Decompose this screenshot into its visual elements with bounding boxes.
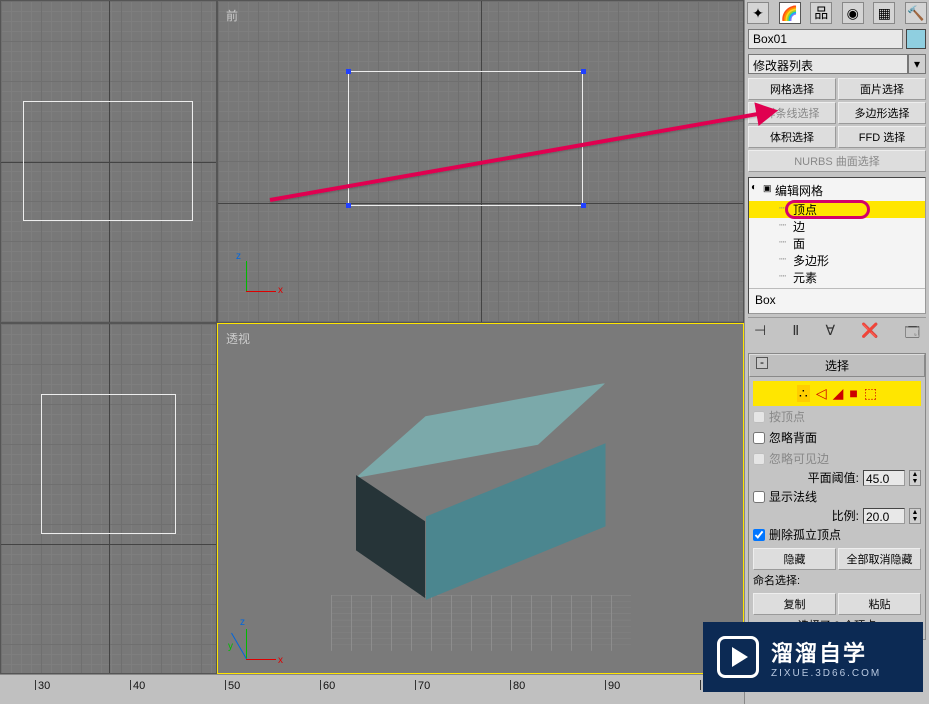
modifier-list-dropdown[interactable]: 修改器列表 ▾ [748, 54, 926, 74]
spinner-arrows[interactable]: ▲▼ [909, 508, 921, 524]
viewport-label-perspective: 透视 [226, 330, 250, 347]
by-vertex-checkbox[interactable]: 按顶点 [753, 406, 921, 427]
named-selection-label: 命名选择: [753, 570, 921, 590]
face-mode-icon[interactable]: ◢ [833, 385, 844, 402]
chevron-down-icon[interactable]: ▾ [908, 54, 926, 74]
vertex-mode-icon[interactable]: ∴ [797, 385, 810, 402]
planar-threshold-label: 平面阈值: [808, 469, 859, 486]
spinner-arrows[interactable]: ▲▼ [909, 470, 921, 486]
ignore-visible-checkbox[interactable]: 忽略可见边 [753, 448, 921, 469]
stack-item-edit-mesh[interactable]: 编辑网格 [749, 180, 925, 201]
subobject-element[interactable]: 元素 [749, 269, 925, 286]
modifier-stack[interactable]: 编辑网格 顶点 边 面 多边形 元素 Box [748, 177, 926, 314]
pin-stack-icon[interactable]: ⊣ [754, 322, 766, 346]
delete-isolated-checkbox[interactable]: 删除孤立顶点 [753, 524, 921, 545]
create-tab-icon[interactable]: ✦ [747, 2, 769, 24]
subobject-polygon[interactable]: 多边形 [749, 252, 925, 269]
modify-tab-icon[interactable]: 🌈 [779, 2, 801, 24]
paste-button[interactable]: 粘贴 [838, 593, 921, 615]
subobject-edge[interactable]: 边 [749, 218, 925, 235]
subobject-vertex[interactable]: 顶点 [749, 201, 925, 218]
ignore-backfacing-checkbox[interactable]: 忽略背面 [753, 427, 921, 448]
selection-rollout: 选择 ∴ ◁ ◢ ■ ⬚ 按顶点 忽略背面 忽略可见边 [748, 353, 926, 640]
configure-sets-icon[interactable]: 🗔 [905, 322, 920, 346]
nurbs-select-button[interactable]: NURBS 曲面选择 [748, 150, 926, 172]
remove-modifier-icon[interactable]: ❌ [861, 322, 878, 346]
mesh-select-button[interactable]: 网格选择 [748, 78, 836, 100]
patch-select-button[interactable]: 面片选择 [838, 78, 926, 100]
play-icon [717, 636, 759, 678]
ground-grid [331, 596, 631, 652]
make-unique-icon[interactable]: ∀ [825, 322, 835, 346]
poly-select-button[interactable]: 多边形选择 [838, 102, 926, 124]
front-shape [348, 71, 583, 206]
element-mode-icon[interactable]: ⬚ [864, 385, 877, 402]
viewport-left[interactable] [0, 323, 217, 674]
box-object[interactable] [356, 383, 606, 593]
subobject-face[interactable]: 面 [749, 235, 925, 252]
unhide-all-button[interactable]: 全部取消隐藏 [838, 548, 921, 570]
panel-tabs: ✦ 🌈 品 ◉ ▦ 🔨 [745, 0, 929, 26]
scale-label: 比例: [832, 507, 859, 524]
object-name-field[interactable]: Box01 [748, 29, 903, 49]
display-tab-icon[interactable]: ▦ [873, 2, 895, 24]
perspective-scene: 透视 z x y [218, 324, 743, 673]
planar-threshold-field[interactable]: 45.0 [863, 470, 905, 486]
rollout-header-selection[interactable]: 选择 [749, 354, 925, 377]
show-end-result-icon[interactable]: Ⅱ [792, 322, 799, 346]
utilities-tab-icon[interactable]: 🔨 [905, 2, 927, 24]
scale-field[interactable]: 20.0 [863, 508, 905, 524]
vol-select-button[interactable]: 体积选择 [748, 126, 836, 148]
watermark-badge: 溜溜自学 ZIXUE.3D66.COM [703, 622, 923, 692]
viewport-label-front: 前 [226, 7, 238, 24]
object-color-swatch[interactable] [906, 29, 926, 49]
viewport-top[interactable] [0, 0, 217, 323]
hierarchy-tab-icon[interactable]: 品 [810, 2, 832, 24]
edge-mode-icon[interactable]: ◁ [816, 385, 827, 402]
viewport-perspective[interactable]: 透视 z x y [217, 323, 744, 674]
subobject-icon-row: ∴ ◁ ◢ ■ ⬚ [753, 381, 921, 406]
time-ruler[interactable]: 30 40 50 60 70 80 90 100 [0, 674, 744, 704]
stack-item-box[interactable]: Box [749, 288, 925, 311]
top-shape [23, 101, 193, 221]
left-shape [41, 394, 176, 534]
copy-button[interactable]: 复制 [753, 593, 836, 615]
show-normals-checkbox[interactable]: 显示法线 [753, 486, 921, 507]
ffd-select-button[interactable]: FFD 选择 [838, 126, 926, 148]
motion-tab-icon[interactable]: ◉ [842, 2, 864, 24]
hide-button[interactable]: 隐藏 [753, 548, 836, 570]
polygon-mode-icon[interactable]: ■ [849, 385, 857, 402]
